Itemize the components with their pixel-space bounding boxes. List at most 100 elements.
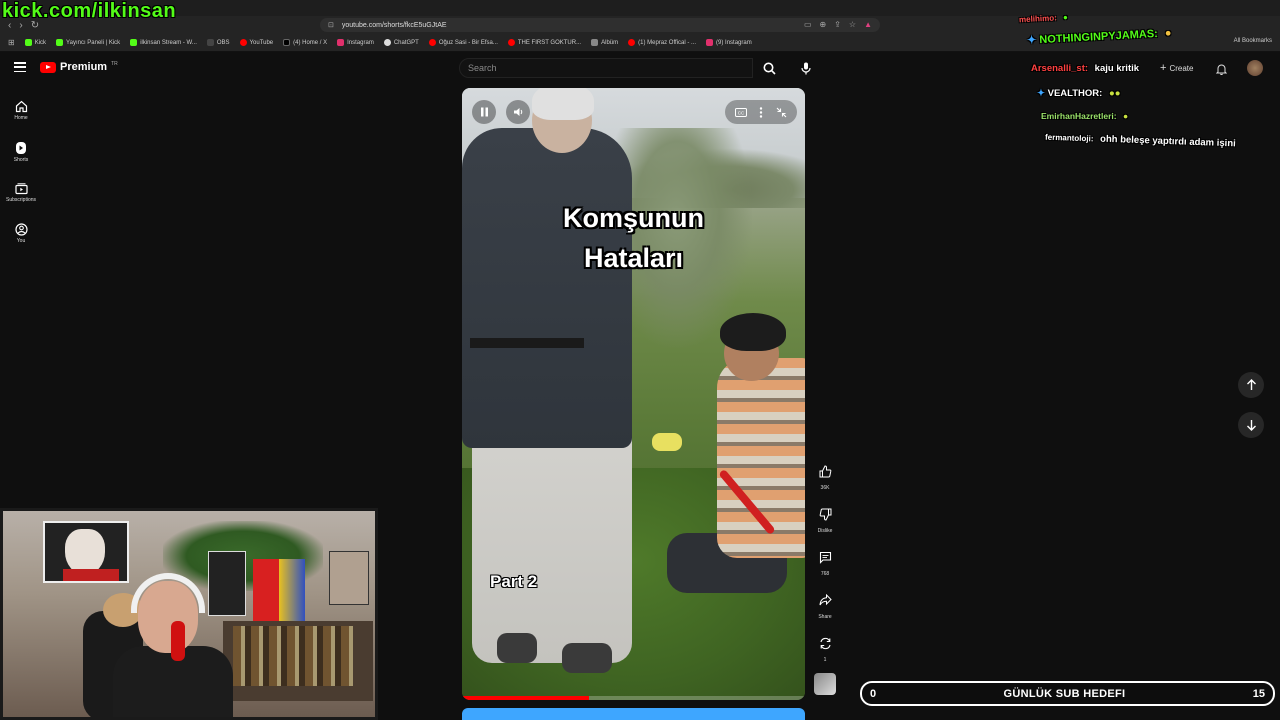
- bookmark-item[interactable]: (1) Mepraz Offical - ...: [628, 39, 696, 46]
- nav-shorts[interactable]: Shorts: [0, 131, 42, 172]
- bookmark-item[interactable]: ilkinsan Stream - W...: [130, 39, 197, 46]
- stream-chat-overlay: melihimo: ● ✦ NOTHINGINPYJAMAS: ● Arsena…: [1015, 0, 1280, 160]
- video-progress-bar[interactable]: [462, 696, 805, 700]
- bookmark-item[interactable]: (9) Instagram: [706, 39, 752, 46]
- comment-icon: [819, 551, 831, 564]
- bookmark-item[interactable]: Instagram: [337, 39, 374, 46]
- extension-icon[interactable]: ▲: [864, 20, 872, 29]
- collapse-icon: [776, 107, 786, 117]
- share-icon: [819, 594, 832, 606]
- volume-button[interactable]: [506, 100, 530, 124]
- captions-button[interactable]: CC: [733, 104, 749, 120]
- remix-icon: [819, 637, 831, 649]
- home-icon: [15, 100, 27, 113]
- pause-button[interactable]: [472, 100, 496, 124]
- video-progress-fill: [462, 696, 589, 700]
- bookmark-item[interactable]: Yayıncı Paneli | Kick: [56, 39, 120, 46]
- badge-icon: ✦: [1037, 88, 1045, 99]
- star-icon[interactable]: ☆: [849, 20, 856, 29]
- bookmark-item[interactable]: THE FIRST GOKTUR...: [507, 39, 581, 46]
- you-icon: [14, 223, 28, 236]
- bookmark-favicon-icon: [383, 39, 391, 46]
- share-button[interactable]: Share: [814, 589, 836, 632]
- next-video-peek[interactable]: [462, 708, 805, 720]
- thumbs-up-icon: [819, 464, 831, 477]
- microphone: [171, 621, 185, 661]
- site-info-icon[interactable]: ⊡: [328, 21, 334, 29]
- remix-count: 1: [823, 657, 827, 663]
- nav-you[interactable]: You: [0, 213, 42, 254]
- video-controls: CC: [462, 88, 805, 132]
- comments-button[interactable]: 768: [814, 546, 836, 589]
- svg-text:CC: CC: [738, 110, 745, 115]
- emote-icon: ●: [1062, 12, 1069, 22]
- bookmark-item[interactable]: Oğuz Sasi - Bir Efsa...: [428, 39, 498, 46]
- bookmark-favicon-icon: [628, 39, 636, 46]
- streamer-webcam: [0, 508, 378, 720]
- chat-message: ✦ NOTHINGINPYJAMAS: ●: [1026, 27, 1172, 47]
- remix-button[interactable]: 1: [814, 632, 836, 675]
- bookmark-favicon-icon: [24, 39, 32, 46]
- bookmark-item[interactable]: OBS: [206, 39, 230, 46]
- voice-search-button[interactable]: [796, 58, 816, 78]
- like-button[interactable]: 36K: [814, 460, 836, 503]
- next-short-button[interactable]: [1238, 412, 1264, 438]
- address-url: youtube.com/shorts/fkcE5uGJtAE: [341, 21, 447, 29]
- chat-message: melihimo: ●: [1018, 12, 1069, 25]
- thumbs-down-icon: [819, 508, 831, 521]
- sub-goal-target: 15: [1252, 687, 1265, 700]
- pause-icon: [480, 107, 488, 117]
- bookmark-item[interactable]: YouTube: [239, 39, 273, 46]
- bookmark-favicon-icon: [706, 39, 714, 46]
- bookmark-favicon-icon: [507, 39, 515, 46]
- youtube-logo[interactable]: Premium TR: [40, 61, 118, 73]
- chat-message: fermantoloji: ohh beleşe yaptırdı adam i…: [1044, 132, 1236, 150]
- youtube-play-icon: [40, 61, 56, 73]
- bookmark-favicon-icon: [56, 39, 64, 46]
- nav-subscriptions[interactable]: Subscriptions: [0, 172, 42, 213]
- bookmark-favicon-icon: [428, 39, 436, 46]
- logo-country: TR: [111, 61, 118, 67]
- more-options-button[interactable]: [753, 104, 769, 120]
- logo-text: Premium: [60, 61, 108, 73]
- share-page-icon[interactable]: ⇪: [834, 20, 841, 29]
- shorts-video-player[interactable]: CC Komşunun Hataları Part 2: [462, 88, 805, 700]
- sound-thumbnail[interactable]: [814, 673, 836, 695]
- bookmark-favicon-icon: [130, 39, 138, 46]
- emote-icon: ●: [1164, 27, 1172, 40]
- headset-icon: [131, 573, 205, 613]
- address-bar[interactable]: ⊡ youtube.com/shorts/fkcE5uGJtAE ▭ ⊕ ⇪ ☆…: [320, 18, 880, 32]
- menu-icon[interactable]: [14, 62, 26, 72]
- bookmark-item[interactable]: Albüm: [591, 39, 618, 46]
- fullscreen-button[interactable]: [773, 104, 789, 120]
- shorts-icon: [16, 141, 26, 154]
- zoom-icon[interactable]: ⊕: [820, 20, 827, 29]
- search-button[interactable]: [753, 58, 785, 78]
- video-caption: Komşunun Hataları: [563, 203, 704, 273]
- sub-goal-bar: 0 GÜNLÜK SUB HEDEFI 15: [860, 681, 1275, 706]
- video-scene-old-man: [462, 128, 632, 448]
- microphone-icon: [801, 62, 811, 74]
- dislike-button[interactable]: Dislike: [814, 503, 836, 546]
- search-input[interactable]: Search: [459, 58, 753, 78]
- bookmark-favicon-icon: [239, 39, 247, 46]
- nav-home[interactable]: Home: [0, 90, 42, 131]
- chat-message: Arsenalli_st: kaju kritik: [1031, 63, 1140, 74]
- arrow-up-icon: [1246, 379, 1256, 390]
- video-scene-kneeling-man: [717, 358, 805, 558]
- share-label: Share: [818, 614, 832, 620]
- bookmark-item[interactable]: Kick: [24, 39, 46, 46]
- emote-icon: ●: [1122, 111, 1129, 121]
- install-icon[interactable]: ▭: [804, 20, 812, 29]
- dislike-label: Dislike: [817, 528, 833, 534]
- previous-short-button[interactable]: [1238, 372, 1264, 398]
- apps-grid-icon[interactable]: ⊞: [8, 38, 15, 47]
- kick-channel-overlay: kick.com/ilkinsan: [2, 0, 177, 22]
- bookmark-item[interactable]: ChatGPT: [383, 39, 419, 46]
- bookmark-favicon-icon: [206, 39, 214, 46]
- like-count: 36K: [820, 485, 830, 491]
- comment-count: 768: [820, 571, 830, 577]
- bookmark-item[interactable]: (4) Home / X: [283, 39, 327, 46]
- video-part-label: Part 2: [490, 572, 538, 591]
- chat-message: ✦ VEALTHOR: ●●: [1037, 88, 1121, 99]
